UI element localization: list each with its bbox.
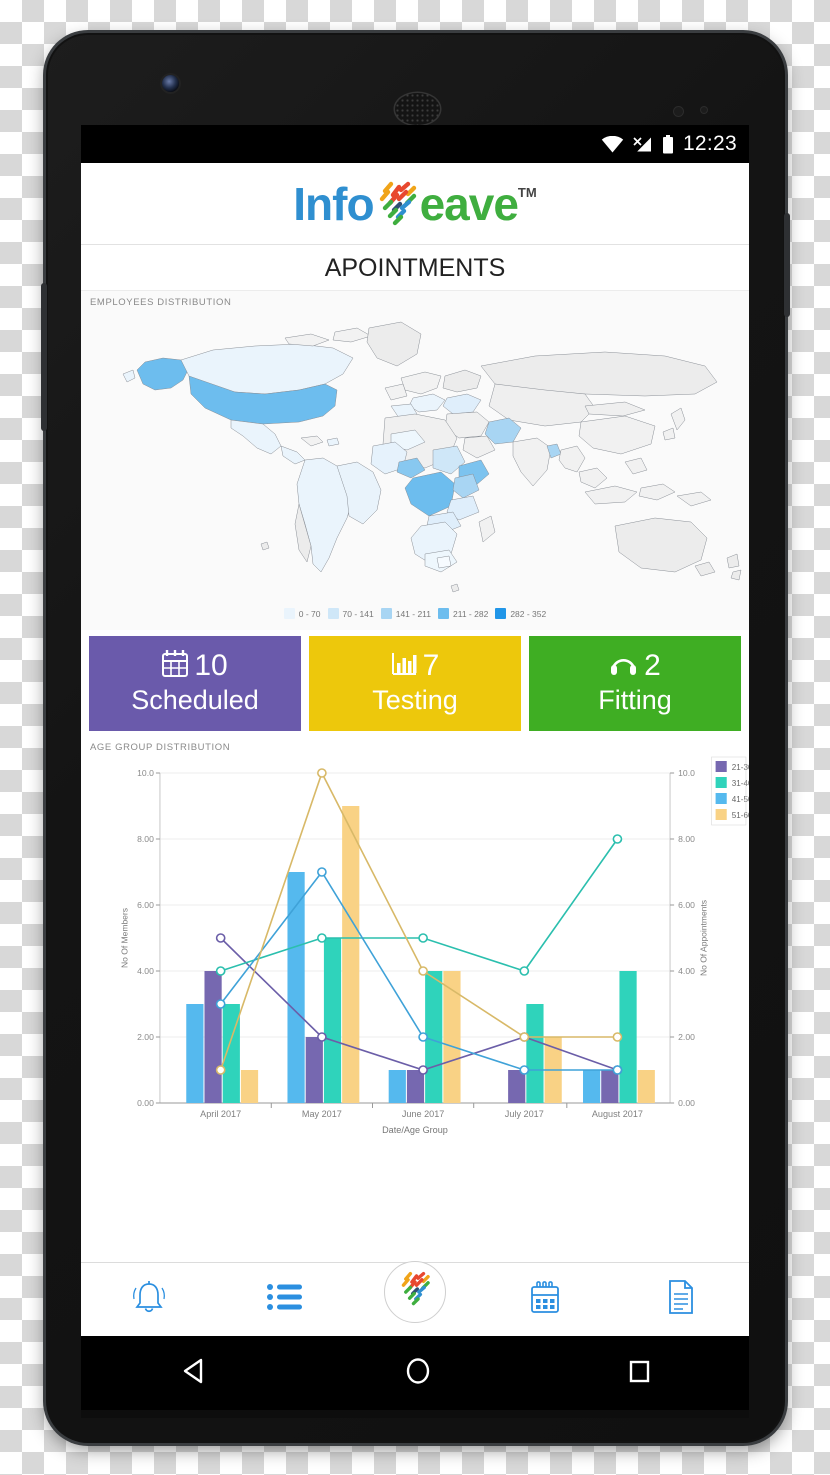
svg-text:51-60: 51-60 bbox=[732, 811, 749, 820]
light-sensor-icon bbox=[701, 107, 707, 113]
earpiece-speaker-icon bbox=[395, 93, 440, 125]
kpi-value-row: 7 bbox=[391, 649, 440, 683]
infoveave-logo-icon bbox=[395, 1271, 435, 1312]
world-map-chart[interactable] bbox=[81, 310, 749, 606]
trademark-symbol: TM bbox=[517, 184, 537, 200]
nav-item-list[interactable] bbox=[248, 1263, 322, 1337]
kpi-tiles: 10 Scheduled 7 Testing 2 Fitting bbox=[81, 630, 749, 736]
phone-device: 12:23 Info eave TM APOINTMENTS EMPLOYEES… bbox=[41, 33, 790, 1443]
svg-text:June 2017: June 2017 bbox=[402, 1109, 445, 1119]
document-icon bbox=[666, 1279, 696, 1320]
list-icon bbox=[267, 1283, 303, 1316]
employees-distribution-panel: EMPLOYEES DISTRIBUTION 0 - 70 70 - 141 1… bbox=[81, 291, 749, 630]
svg-text:May 2017: May 2017 bbox=[302, 1109, 342, 1119]
svg-text:21-30: 21-30 bbox=[732, 763, 749, 772]
legend-swatch bbox=[495, 608, 507, 619]
bottom-navigation-bar bbox=[81, 1260, 749, 1337]
legend-label: 0 - 70 bbox=[298, 608, 321, 619]
android-navigation-bar bbox=[81, 1336, 749, 1410]
map-legend-item[interactable]: 70 - 141 bbox=[327, 608, 374, 619]
bar-chart-icon bbox=[391, 650, 417, 682]
kpi-label: Testing bbox=[372, 685, 458, 716]
legend-label: 211 - 282 bbox=[453, 608, 489, 619]
map-legend-item[interactable]: 211 - 282 bbox=[438, 608, 488, 619]
battery-icon bbox=[662, 134, 674, 154]
calendar-icon bbox=[162, 650, 189, 682]
kpi-tile-scheduled[interactable]: 10 Scheduled bbox=[89, 636, 301, 731]
svg-text:4.00: 4.00 bbox=[678, 966, 695, 976]
svg-text:8.00: 8.00 bbox=[678, 834, 695, 844]
infoveave-logo-icon bbox=[371, 181, 423, 227]
kpi-tile-fitting[interactable]: 2 Fitting bbox=[529, 636, 741, 731]
kpi-value: 7 bbox=[422, 649, 440, 683]
legend-label: 70 - 141 bbox=[342, 608, 374, 619]
svg-text:July 2017: July 2017 bbox=[505, 1109, 544, 1119]
triangle-back-icon[interactable] bbox=[177, 1356, 211, 1391]
svg-text:2.00: 2.00 bbox=[678, 1032, 695, 1042]
kpi-value-row: 2 bbox=[609, 650, 661, 682]
map-legend-item[interactable]: 0 - 70 bbox=[283, 608, 321, 619]
legend-swatch bbox=[283, 608, 295, 619]
svg-text:No Of Appointments: No Of Appointments bbox=[698, 900, 708, 976]
brand-text-info: Info bbox=[293, 177, 374, 230]
front-camera-icon bbox=[162, 75, 179, 92]
age-group-distribution-panel: AGE GROUP DISTRIBUTION 10.0 8.00 6.00 4.… bbox=[81, 736, 749, 1144]
svg-text:0.00: 0.00 bbox=[678, 1098, 695, 1108]
map-legend-item[interactable]: 282 - 352 bbox=[495, 608, 546, 619]
circle-home-icon[interactable] bbox=[403, 1356, 433, 1391]
nav-item-reports[interactable] bbox=[644, 1263, 718, 1337]
svg-text:Date/Age Group: Date/Age Group bbox=[382, 1125, 448, 1135]
app-header: Info eave TM bbox=[81, 163, 749, 245]
phone-screen: 12:23 Info eave TM APOINTMENTS EMPLOYEES… bbox=[81, 125, 749, 1336]
app-logo[interactable]: Info eave TM bbox=[293, 181, 536, 227]
map-legend: 0 - 70 70 - 141 141 - 211 211 - 282 282 … bbox=[81, 606, 749, 624]
svg-text:6.00: 6.00 bbox=[137, 900, 154, 910]
age-group-combo-chart[interactable]: 10.0 8.00 6.00 4.00 2.00 0.00 10.0 8.00 … bbox=[81, 755, 749, 1140]
chart-panel-label: AGE GROUP DISTRIBUTION bbox=[81, 736, 749, 755]
phone-top-bezel bbox=[46, 33, 785, 125]
kpi-value: 2 bbox=[644, 649, 661, 683]
nav-item-calendar[interactable] bbox=[508, 1263, 582, 1337]
status-bar-clock: 12:23 bbox=[682, 132, 737, 155]
map-panel-label: EMPLOYEES DISTRIBUTION bbox=[81, 291, 749, 310]
legend-swatch bbox=[438, 608, 450, 619]
svg-text:10.0: 10.0 bbox=[137, 768, 154, 778]
volume-button[interactable] bbox=[41, 283, 47, 431]
svg-text:0.00: 0.00 bbox=[137, 1098, 154, 1108]
nav-item-notifications[interactable] bbox=[112, 1263, 186, 1337]
square-recents-icon[interactable] bbox=[625, 1356, 653, 1391]
headphones-icon bbox=[609, 650, 638, 682]
kpi-tile-testing[interactable]: 7 Testing bbox=[309, 636, 521, 731]
svg-text:2.00: 2.00 bbox=[137, 1032, 154, 1042]
svg-text:8.00: 8.00 bbox=[137, 834, 154, 844]
svg-text:August 2017: August 2017 bbox=[592, 1109, 643, 1119]
svg-text:4.00: 4.00 bbox=[137, 966, 154, 976]
status-bar: 12:23 bbox=[81, 125, 749, 163]
legend-swatch bbox=[327, 608, 339, 619]
bell-icon bbox=[132, 1279, 166, 1320]
svg-text:31-40: 31-40 bbox=[732, 779, 749, 788]
legend-swatch bbox=[380, 608, 392, 619]
power-button[interactable] bbox=[784, 213, 790, 317]
wifi-icon bbox=[601, 135, 624, 153]
nav-item-home[interactable] bbox=[384, 1260, 446, 1323]
svg-text:6.00: 6.00 bbox=[678, 900, 695, 910]
cellular-signal-off-icon bbox=[633, 136, 653, 153]
kpi-label: Fitting bbox=[598, 685, 672, 716]
map-legend-item[interactable]: 141 - 211 bbox=[380, 608, 432, 619]
legend-label: 282 - 352 bbox=[510, 608, 547, 619]
brand-text-eave: eave bbox=[419, 177, 519, 230]
kpi-label: Scheduled bbox=[131, 685, 259, 716]
kpi-value-row: 10 bbox=[162, 649, 228, 683]
page-title: APOINTMENTS bbox=[81, 245, 749, 291]
calendar-icon bbox=[528, 1279, 562, 1320]
phone-bottom-chin bbox=[81, 1410, 749, 1418]
legend-label: 141 - 211 bbox=[395, 608, 432, 619]
svg-text:41-50: 41-50 bbox=[732, 795, 749, 804]
kpi-value: 10 bbox=[194, 649, 228, 683]
proximity-sensor-icon bbox=[674, 107, 683, 116]
svg-text:No Of Members: No Of Members bbox=[120, 908, 130, 968]
svg-text:April 2017: April 2017 bbox=[200, 1109, 241, 1119]
svg-text:10.0: 10.0 bbox=[678, 768, 695, 778]
